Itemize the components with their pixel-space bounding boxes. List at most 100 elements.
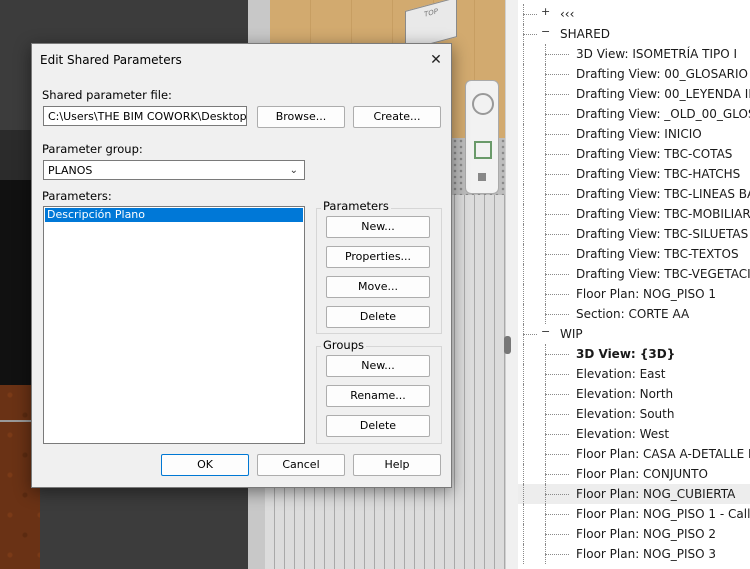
tree-connector	[545, 434, 569, 435]
tree-connector	[523, 14, 537, 15]
tree-guide-line	[523, 524, 524, 544]
tree-guide-line	[523, 84, 524, 104]
tree-item[interactable]: Drafting View: TBC-SILUETAS	[518, 224, 750, 244]
ok-button[interactable]: OK	[161, 454, 249, 476]
tree-item[interactable]: Floor Plan: NOG_PISO 3	[518, 544, 750, 564]
navigation-bar[interactable]	[465, 80, 499, 194]
tree-item-label: Floor Plan: NOG_PISO 1	[576, 287, 717, 301]
tree-connector	[545, 354, 569, 355]
tree-item[interactable]: − SHARED	[518, 24, 750, 44]
tree-item[interactable]: Floor Plan: NOG_PISO 1 - Callout	[518, 504, 750, 524]
group-rename-button[interactable]: Rename...	[326, 385, 430, 407]
panel-splitter[interactable]	[505, 0, 519, 569]
tree-item-label: 3D View: ISOMETRÍA TIPO I	[576, 47, 738, 61]
tree-guide-line	[523, 264, 524, 284]
tree-item[interactable]: Drafting View: TBC-VEGETACIÓN	[518, 264, 750, 284]
tree-item[interactable]: Floor Plan: NOG_CUBIERTA	[518, 484, 750, 504]
tree-item-label: Floor Plan: CASA A-DETALLE BAÑ	[576, 447, 750, 461]
tree-item-label: WIP	[560, 327, 583, 341]
tree-connector	[545, 174, 569, 175]
tree-item[interactable]: Floor Plan: NOG_PISO 1	[518, 284, 750, 304]
tree-connector	[545, 234, 569, 235]
tree-item[interactable]: Drafting View: 00_LEYENDA IFC -	[518, 84, 750, 104]
tree-item-label: Elevation: East	[576, 367, 666, 381]
tree-guide-line	[523, 164, 524, 184]
close-icon[interactable]: ✕	[425, 50, 447, 70]
project-browser-tree[interactable]: + ‹‹‹ − SHARED 3D View: ISOMETRÍA TIPO I Draf…	[518, 0, 750, 569]
tree-item-label: ‹‹‹	[560, 7, 575, 21]
tree-item[interactable]: Drafting View: TBC-COTAS	[518, 144, 750, 164]
list-item[interactable]: Descripción Plano	[45, 208, 303, 222]
tree-guide-line	[523, 464, 524, 484]
param-new-button[interactable]: New...	[326, 216, 430, 238]
tree-guide-line	[523, 184, 524, 204]
param-group-value: PLANOS	[48, 164, 93, 177]
tree-item[interactable]: Elevation: North	[518, 384, 750, 404]
shared-file-field[interactable]: C:\Users\THE BIM COWORK\Desktop\MO	[43, 106, 247, 126]
tree-item[interactable]: Elevation: East	[518, 364, 750, 384]
tree-item-label: Elevation: South	[576, 407, 675, 421]
tree-item-label: Drafting View: TBC-SILUETAS	[576, 227, 749, 241]
tree-item[interactable]: Drafting View: _OLD_00_GLOSARI	[518, 104, 750, 124]
browse-button[interactable]: Browse...	[257, 106, 345, 128]
tree-item[interactable]: Floor Plan: CONJUNTO	[518, 464, 750, 484]
tree-item-label: Drafting View: INICIO	[576, 127, 702, 141]
parameters-listbox[interactable]: Descripción Plano	[43, 206, 305, 444]
expand-icon[interactable]: +	[541, 6, 550, 17]
tree-item[interactable]: 3D View: ISOMETRÍA TIPO I	[518, 44, 750, 64]
help-button[interactable]: Help	[353, 454, 441, 476]
tree-item[interactable]: Drafting View: INICIO	[518, 124, 750, 144]
steering-wheel-icon[interactable]	[472, 93, 494, 115]
tree-item-label: Drafting View: 00_LEYENDA IFC -	[576, 87, 750, 101]
param-move-button[interactable]: Move...	[326, 276, 430, 298]
tree-item[interactable]: Section: CORTE AA	[518, 304, 750, 324]
tree-item[interactable]: Drafting View: TBC-HATCHS	[518, 164, 750, 184]
tree-connector	[545, 134, 569, 135]
tree-item[interactable]: + ‹‹‹	[518, 4, 750, 24]
tree-guide-line	[523, 444, 524, 464]
tree-item[interactable]: Floor Plan: CASA A-DETALLE BAÑ	[518, 444, 750, 464]
tree-connector	[545, 114, 569, 115]
param-delete-button[interactable]: Delete	[326, 306, 430, 328]
parameters-groupbox-title: Parameters	[321, 199, 391, 213]
tree-item-label: Drafting View: 00_GLOSARIO IFC	[576, 67, 750, 81]
tree-guide-line	[523, 344, 524, 364]
tree-connector	[545, 474, 569, 475]
param-properties-button[interactable]: Properties...	[326, 246, 430, 268]
tree-connector	[545, 94, 569, 95]
tree-item[interactable]: Drafting View: TBC-MOBILIARIO-	[518, 204, 750, 224]
tree-item[interactable]: Drafting View: 00_GLOSARIO IFC	[518, 64, 750, 84]
param-group-select[interactable]: PLANOS ⌄	[43, 160, 305, 180]
tree-item-label: Drafting View: TBC-LINEAS BASE	[576, 187, 750, 201]
tree-item-label: Drafting View: TBC-TEXTOS	[576, 247, 739, 261]
tree-guide-line	[523, 104, 524, 124]
chevron-down-icon: ⌄	[289, 165, 298, 176]
nav-options-icon[interactable]	[478, 173, 486, 181]
tree-item[interactable]: Elevation: South	[518, 404, 750, 424]
tree-item-label: Floor Plan: CONJUNTO	[576, 467, 708, 481]
tree-connector	[545, 274, 569, 275]
create-button[interactable]: Create...	[353, 106, 441, 128]
collapse-icon[interactable]: −	[541, 326, 550, 337]
tree-connector	[545, 414, 569, 415]
tree-guide-line	[523, 64, 524, 84]
tree-item-label: Drafting View: TBC-COTAS	[576, 147, 733, 161]
cancel-button[interactable]: Cancel	[257, 454, 345, 476]
tree-item[interactable]: Elevation: West	[518, 424, 750, 444]
zoom-icon[interactable]	[474, 141, 492, 159]
tree-item[interactable]: Floor Plan: NOG_PISO 2	[518, 524, 750, 544]
group-delete-button[interactable]: Delete	[326, 415, 430, 437]
tree-item-label: Floor Plan: NOG_PISO 3	[576, 547, 717, 561]
tree-item-label: Drafting View: TBC-VEGETACIÓN	[576, 267, 750, 281]
tree-item[interactable]: − WIP	[518, 324, 750, 344]
tree-item[interactable]: 3D View: {3D}	[518, 344, 750, 364]
tree-guide-line	[523, 144, 524, 164]
group-new-button[interactable]: New...	[326, 355, 430, 377]
tree-item[interactable]: Drafting View: TBC-TEXTOS	[518, 244, 750, 264]
scrollbar-thumb[interactable]	[504, 336, 511, 354]
tree-connector	[545, 54, 569, 55]
tree-guide-line	[523, 284, 524, 304]
collapse-icon[interactable]: −	[541, 26, 550, 37]
param-group-label: Parameter group:	[42, 142, 143, 156]
tree-item[interactable]: Drafting View: TBC-LINEAS BASE	[518, 184, 750, 204]
